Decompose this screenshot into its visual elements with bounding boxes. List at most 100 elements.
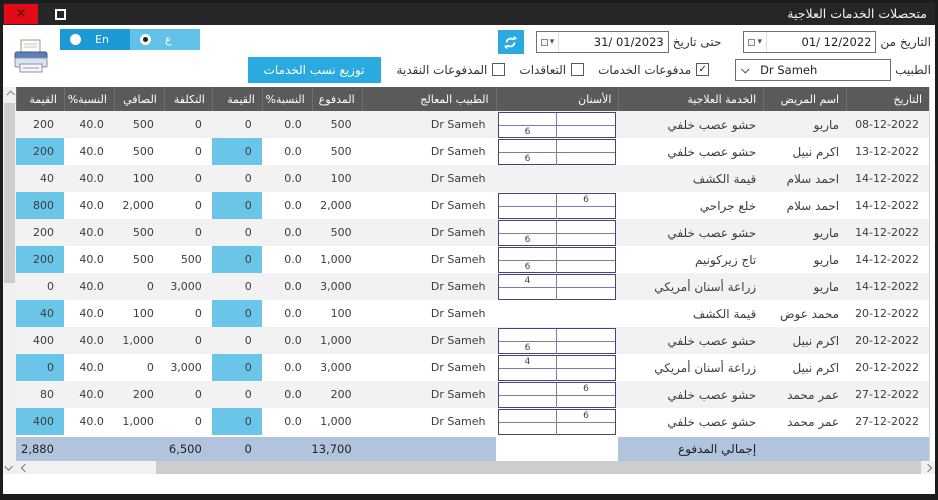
- table-row[interactable]: 4040.0100000.0100Dr Samehقيمة الكشفاحمد …: [16, 165, 929, 192]
- print-button[interactable]: [11, 38, 51, 80]
- cell-patient[interactable]: ماريو: [763, 273, 846, 300]
- cell-value_mid[interactable]: 0: [212, 327, 262, 354]
- cell-value[interactable]: 0: [16, 273, 64, 300]
- scroll-right-arrow[interactable]: [921, 461, 935, 474]
- scroll-up-arrow[interactable]: [3, 87, 16, 100]
- cell-patient[interactable]: ماريو: [763, 246, 846, 273]
- cell-date[interactable]: 14-12-2022: [846, 165, 929, 192]
- table-row[interactable]: 40040.01,000000.01,000Dr Sameh6حشو عصب خ…: [16, 327, 929, 354]
- horizontal-scrollbar[interactable]: [16, 461, 935, 474]
- cell-cost[interactable]: 0: [164, 219, 212, 246]
- cell-net[interactable]: 500: [114, 138, 164, 165]
- cell-doctor[interactable]: Dr Sameh: [362, 219, 496, 246]
- cell-pct2[interactable]: 40.0: [64, 192, 114, 219]
- cell-net[interactable]: 200: [114, 381, 164, 408]
- cell-paid[interactable]: 200: [312, 381, 362, 408]
- cell-teeth[interactable]: [496, 165, 619, 192]
- cell-doctor[interactable]: Dr Sameh: [362, 381, 496, 408]
- cell-pct1[interactable]: 0.0: [262, 165, 312, 192]
- cell-paid[interactable]: 500: [312, 219, 362, 246]
- cell-cost[interactable]: 500: [164, 246, 212, 273]
- cell-paid[interactable]: 3,000: [312, 354, 362, 381]
- cell-pct1[interactable]: 0.0: [262, 354, 312, 381]
- cell-teeth[interactable]: 6: [496, 138, 619, 165]
- cell-teeth[interactable]: 4: [496, 354, 619, 381]
- cell-patient[interactable]: احمد سلام: [763, 192, 846, 219]
- doctor-select[interactable]: Dr Sameh: [735, 59, 891, 81]
- table-row[interactable]: 20040.0500000.0500Dr Sameh6حشو عصب خلفيا…: [16, 138, 929, 165]
- refresh-button[interactable]: [498, 30, 524, 54]
- cell-doctor[interactable]: Dr Sameh: [362, 300, 496, 327]
- cell-value_mid[interactable]: 0: [212, 381, 262, 408]
- distribute-ratios-button[interactable]: توزيع نسب الخدمات: [248, 57, 381, 83]
- teeth-chart[interactable]: 6: [498, 112, 616, 138]
- cell-value_mid[interactable]: 0: [212, 219, 262, 246]
- cell-value_mid[interactable]: 0: [212, 354, 262, 381]
- cell-pct1[interactable]: 0.0: [262, 273, 312, 300]
- cell-teeth[interactable]: 6: [496, 408, 619, 435]
- table-row[interactable]: 20040.0500000.0500Dr Sameh6حشو عصب خلفيم…: [16, 111, 929, 138]
- cell-service[interactable]: حشو عصب خلفي: [618, 408, 763, 435]
- cell-doctor[interactable]: Dr Sameh: [362, 273, 496, 300]
- cell-date[interactable]: 13-12-2022: [846, 138, 929, 165]
- cell-patient[interactable]: عمر محمد: [763, 381, 846, 408]
- cell-date[interactable]: 27-12-2022: [846, 381, 929, 408]
- cell-paid[interactable]: 100: [312, 300, 362, 327]
- cell-pct2[interactable]: 40.0: [64, 273, 114, 300]
- cell-pct2[interactable]: 40.0: [64, 138, 114, 165]
- table-row[interactable]: 040.003,00000.03,000Dr Sameh4زراعة أسنان…: [16, 273, 929, 300]
- cell-pct2[interactable]: 40.0: [64, 219, 114, 246]
- cell-doctor[interactable]: Dr Sameh: [362, 111, 496, 138]
- table-row[interactable]: 4040.0100000.0100Dr Samehقيمة الكشفمحمد …: [16, 300, 929, 327]
- calendar-dropdown-icon[interactable]: ▾: [537, 32, 560, 52]
- cell-teeth[interactable]: 4: [496, 273, 619, 300]
- cell-paid[interactable]: 500: [312, 111, 362, 138]
- cell-pct1[interactable]: 0.0: [262, 192, 312, 219]
- cell-pct1[interactable]: 0.0: [262, 300, 312, 327]
- cell-cost[interactable]: 0: [164, 408, 212, 435]
- cell-pct1[interactable]: 0.0: [262, 327, 312, 354]
- date-to-input[interactable]: 31/ 01/2023 ▾: [536, 31, 669, 53]
- date-from-input[interactable]: 01/ 12/2022 ▾: [743, 31, 876, 53]
- cell-value_mid[interactable]: 0: [212, 300, 262, 327]
- cell-value[interactable]: 400: [16, 327, 64, 354]
- table-row[interactable]: 80040.02,000000.02,000Dr Sameh6خلع جراحي…: [16, 192, 929, 219]
- horizontal-scroll-thumb[interactable]: [156, 461, 921, 474]
- cell-value[interactable]: 0: [16, 354, 64, 381]
- cell-service[interactable]: حشو عصب خلفي: [618, 327, 763, 354]
- teeth-chart[interactable]: 6: [498, 193, 616, 219]
- cell-value[interactable]: 800: [16, 192, 64, 219]
- table-row[interactable]: 040.003,00000.03,000Dr Sameh4زراعة أسنان…: [16, 354, 929, 381]
- cell-pct2[interactable]: 40.0: [64, 165, 114, 192]
- teeth-chart[interactable]: 6: [498, 409, 616, 435]
- cell-date[interactable]: 14-12-2022: [846, 273, 929, 300]
- cell-cost[interactable]: 3,000: [164, 354, 212, 381]
- teeth-chart[interactable]: 6: [498, 328, 616, 354]
- teeth-chart[interactable]: 6: [498, 247, 616, 273]
- teeth-chart[interactable]: 4: [498, 274, 616, 300]
- maximize-button[interactable]: [50, 4, 70, 24]
- filter-contracts[interactable]: التعاقدات: [519, 63, 584, 77]
- cell-patient[interactable]: ماريو: [763, 111, 846, 138]
- cell-date[interactable]: 27-12-2022: [846, 408, 929, 435]
- vertical-scroll-thumb[interactable]: [4, 103, 15, 283]
- cell-cost[interactable]: 0: [164, 381, 212, 408]
- cell-net[interactable]: 0: [114, 354, 164, 381]
- cell-date[interactable]: 14-12-2022: [846, 246, 929, 273]
- cell-net[interactable]: 1,000: [114, 327, 164, 354]
- cell-cost[interactable]: 0: [164, 111, 212, 138]
- cell-value[interactable]: 400: [16, 408, 64, 435]
- table-row[interactable]: 40040.01,000000.01,000Dr Sameh6حشو عصب خ…: [16, 408, 929, 435]
- cell-service[interactable]: زراعة أسنان أمريكي: [618, 273, 763, 300]
- cell-value_mid[interactable]: 0: [212, 111, 262, 138]
- cell-paid[interactable]: 100: [312, 165, 362, 192]
- cell-paid[interactable]: 1,000: [312, 246, 362, 273]
- cell-service[interactable]: تاج زيركونيم: [618, 246, 763, 273]
- teeth-chart[interactable]: 4: [498, 355, 616, 381]
- cell-cost[interactable]: 0: [164, 138, 212, 165]
- cell-pct2[interactable]: 40.0: [64, 111, 114, 138]
- cell-pct1[interactable]: 0.0: [262, 138, 312, 165]
- cell-value_mid[interactable]: 0: [212, 408, 262, 435]
- cell-pct1[interactable]: 0.0: [262, 246, 312, 273]
- cell-cost[interactable]: 0: [164, 300, 212, 327]
